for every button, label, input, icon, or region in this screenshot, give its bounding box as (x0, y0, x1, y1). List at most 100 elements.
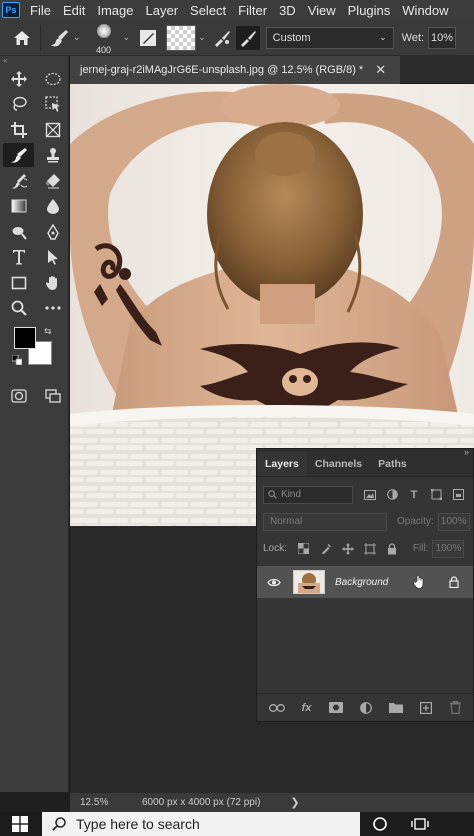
menu-select[interactable]: Select (190, 3, 226, 18)
gradient-tool-icon[interactable] (3, 194, 34, 218)
document-title: jernej-graj-r2iMAgJrG6E-unsplash.jpg @ 1… (80, 64, 364, 76)
menu-edit[interactable]: Edit (63, 3, 85, 18)
lock-image-pixels-icon[interactable] (315, 543, 337, 555)
chevron-down-icon[interactable]: ⌄ (198, 32, 206, 43)
search-icon (268, 490, 277, 499)
wet-label: Wet: (401, 31, 425, 44)
windows-start-icon[interactable] (0, 812, 40, 836)
smart-object-filter-icon[interactable] (447, 489, 469, 500)
chevron-down-icon[interactable]: ⌄ (123, 32, 131, 43)
eye-icon[interactable] (263, 578, 285, 587)
document-info: 6000 px x 4000 px (72 ppi) (142, 797, 261, 808)
search-icon (52, 817, 66, 831)
frame-tool-icon[interactable] (37, 118, 68, 142)
crop-tool-icon[interactable] (3, 118, 34, 142)
brush-tip-icon (96, 23, 111, 38)
object-selection-tool-icon[interactable] (37, 92, 68, 116)
document-tab[interactable]: jernej-graj-r2iMAgJrG6E-unsplash.jpg @ 1… (70, 56, 400, 84)
lock-all-icon[interactable] (381, 542, 403, 555)
quick-mask-icon[interactable] (3, 384, 34, 408)
eraser-tool-icon[interactable] (37, 169, 68, 193)
clean-brush-icon[interactable] (235, 25, 260, 50)
lock-position-icon[interactable] (337, 542, 359, 555)
opacity-input[interactable]: 100% (437, 512, 470, 531)
history-brush-tool-icon[interactable] (3, 169, 34, 193)
stamp-tool-icon[interactable] (37, 143, 68, 167)
blend-mode-select[interactable]: Normal (263, 512, 387, 531)
layers-panel: » Layers Channels Paths Kind T Normal Op… (256, 447, 474, 722)
photoshop-logo[interactable]: Ps (2, 2, 20, 18)
current-brush-load-swatch[interactable] (166, 24, 197, 51)
layer-row[interactable]: Background (257, 566, 473, 598)
layer-lock-icon[interactable] (449, 576, 459, 588)
new-layer-icon[interactable] (416, 701, 436, 714)
layer-style-icon[interactable]: fx (297, 702, 317, 714)
fill-input[interactable]: 100% (432, 539, 465, 558)
menu-file[interactable]: File (30, 3, 51, 18)
layer-name[interactable]: Background (335, 577, 417, 588)
menu-layer[interactable]: Layer (146, 3, 179, 18)
mixer-brush-preset-icon[interactable] (47, 26, 71, 50)
menu-plugins[interactable]: Plugins (348, 3, 391, 18)
lock-label: Lock: (263, 543, 287, 554)
more-tools-icon[interactable] (37, 296, 68, 320)
layer-thumbnail[interactable] (293, 570, 325, 594)
shape-filter-icon[interactable] (425, 489, 447, 500)
cortana-icon[interactable] (360, 816, 400, 832)
collapse-panel-icon[interactable]: » (464, 447, 469, 457)
kind-filter-select[interactable]: Kind (263, 485, 353, 504)
options-bar: ⌄ 400 ⌄ ⌄ Custom ⌄ Wet: 10% (0, 20, 474, 56)
status-menu-arrow[interactable]: ❯ (290, 796, 299, 809)
marquee-tool-icon[interactable] (37, 67, 68, 91)
pen-tool-icon[interactable] (37, 220, 68, 244)
adjustment-filter-icon[interactable] (381, 489, 403, 500)
new-group-icon[interactable] (386, 702, 406, 713)
default-colors-icon[interactable] (12, 355, 22, 365)
adjustment-layer-icon[interactable] (356, 701, 376, 714)
delete-layer-icon[interactable] (445, 701, 465, 714)
foreground-color-swatch[interactable] (14, 327, 36, 349)
zoom-level[interactable]: 12.5% (70, 797, 122, 808)
menu-window[interactable]: Window (402, 3, 448, 18)
wet-input[interactable]: 10% (428, 26, 457, 49)
menu-image[interactable]: Image (97, 3, 133, 18)
collapse-toolbar-icon[interactable]: « (0, 56, 68, 66)
close-icon[interactable]: ✕ (375, 62, 386, 78)
add-mask-icon[interactable] (326, 702, 346, 713)
brush-settings-icon[interactable] (136, 26, 160, 50)
brush-size-preview[interactable]: 400 (87, 21, 121, 55)
zoom-tool-icon[interactable] (3, 296, 34, 320)
blur-tool-icon[interactable] (37, 194, 68, 218)
document-tab-bar: jernej-graj-r2iMAgJrG6E-unsplash.jpg @ 1… (70, 56, 474, 84)
taskbar-search-box[interactable]: Type here to search (42, 812, 360, 836)
fill-label: Fill: (412, 543, 429, 554)
rectangle-tool-icon[interactable] (3, 271, 34, 295)
blend-row: Normal Opacity: 100% (257, 508, 473, 535)
tab-layers[interactable]: Layers (257, 452, 307, 476)
type-tool-icon[interactable] (3, 245, 34, 269)
link-layers-icon[interactable] (267, 703, 287, 712)
home-icon[interactable] (10, 26, 34, 50)
tab-channels[interactable]: Channels (307, 452, 370, 476)
tab-paths[interactable]: Paths (370, 452, 415, 476)
hand-tool-icon[interactable] (37, 271, 68, 295)
swap-colors-icon[interactable]: ⇆ (44, 326, 52, 337)
move-tool-icon[interactable] (3, 67, 34, 91)
task-view-icon[interactable] (400, 816, 440, 832)
menu-3d[interactable]: 3D (279, 3, 296, 18)
menu-filter[interactable]: Filter (238, 3, 267, 18)
mixer-brush-tool-icon[interactable] (3, 143, 34, 168)
menu-view[interactable]: View (308, 3, 336, 18)
load-brush-icon[interactable] (210, 26, 234, 50)
screen-mode-icon[interactable] (37, 384, 68, 408)
lasso-tool-icon[interactable] (3, 92, 34, 116)
lock-artboard-icon[interactable] (359, 542, 381, 555)
type-filter-icon[interactable]: T (403, 489, 425, 501)
lock-transparent-pixels-icon[interactable] (293, 543, 315, 554)
chevron-down-icon[interactable]: ⌄ (73, 32, 81, 43)
dodge-tool-icon[interactable] (3, 220, 34, 244)
path-selection-tool-icon[interactable] (37, 245, 68, 269)
brush-preset-select[interactable]: Custom ⌄ (265, 26, 394, 49)
layers-panel-footer: fx (257, 693, 474, 721)
pixel-filter-icon[interactable] (359, 489, 381, 500)
